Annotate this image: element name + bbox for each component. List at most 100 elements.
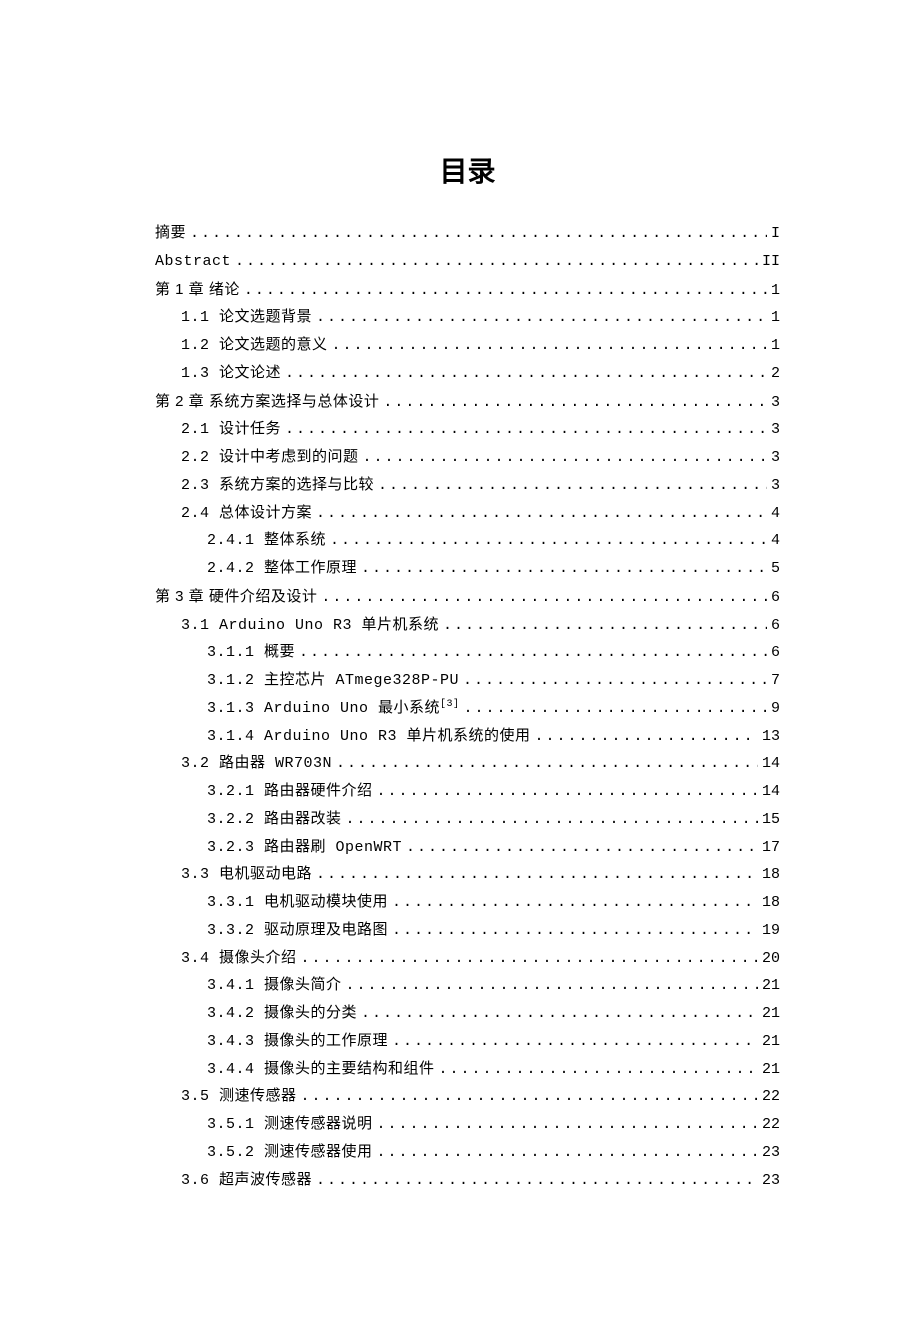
toc-leader-dots <box>316 861 758 889</box>
toc-leader-dots <box>463 667 767 695</box>
toc-entry-page: 3 <box>771 416 780 444</box>
toc-entry-page: 6 <box>771 639 780 667</box>
toc-entry-label: 2.1 设计任务 <box>181 416 281 444</box>
toc-leader-dots <box>464 695 767 723</box>
toc-entry-page: 4 <box>771 527 780 555</box>
toc-entry-label: 3.2.3 路由器刷 OpenWRT <box>207 834 402 862</box>
toc-entry: 3.4.3 摄像头的工作原理 21 <box>155 1028 780 1056</box>
toc-leader-dots <box>301 945 758 973</box>
toc-entry: 3.3.2 驱动原理及电路图 19 <box>155 917 780 945</box>
toc-entry: 3.4.4 摄像头的主要结构和组件21 <box>155 1056 780 1084</box>
toc-leader-dots <box>443 612 767 640</box>
toc-leader-dots <box>535 723 758 751</box>
toc-entry-label: 3.4.3 摄像头的工作原理 <box>207 1028 388 1056</box>
toc-entry-page: 19 <box>762 917 780 945</box>
toc-entry-label: 3.4.2 摄像头的分类 <box>207 1000 357 1028</box>
toc-leader-dots <box>361 1000 758 1028</box>
toc-entry-page: 21 <box>762 972 780 1000</box>
toc-entry-label: 3.3.2 驱动原理及电路图 <box>207 917 388 945</box>
toc-entry-label: 3.1.2 主控芯片 ATmege328P-PU <box>207 667 459 695</box>
toc-entry-label: 3.5.2 测速传感器使用 <box>207 1139 373 1167</box>
toc-leader-dots <box>361 555 767 583</box>
toc-leader-dots <box>392 1028 758 1056</box>
toc-leader-dots <box>321 584 767 612</box>
toc-entry-label: 1.2 论文选题的意义 <box>181 332 328 360</box>
toc-entry-label: 3.5 测速传感器 <box>181 1083 297 1111</box>
toc-leader-dots <box>392 917 758 945</box>
toc-leader-dots <box>244 277 767 305</box>
toc-entry-page: 6 <box>771 584 780 612</box>
toc-entry-page: 2 <box>771 360 780 388</box>
toc-entry: 3.6 超声波传感器 23 <box>155 1167 780 1195</box>
toc-entry-label: 2.4.2 整体工作原理 <box>207 555 357 583</box>
toc-entry: 3.4 摄像头介绍20 <box>155 945 780 973</box>
toc-entry-page: 20 <box>762 945 780 973</box>
toc-entry-sup: [3] <box>440 699 460 710</box>
toc-entry-page: 7 <box>771 667 780 695</box>
toc-entry: 2.2 设计中考虑到的问题3 <box>155 444 780 472</box>
toc-entry-label: 2.2 设计中考虑到的问题 <box>181 444 359 472</box>
toc-entry-label: 3.3.1 电机驱动模块使用 <box>207 889 388 917</box>
toc-entry: 1.3 论文论述 2 <box>155 360 780 388</box>
toc-entry: 3.2.3 路由器刷 OpenWRT 17 <box>155 834 780 862</box>
toc-entry-page: 17 <box>762 834 780 862</box>
toc-leader-dots <box>439 1056 758 1084</box>
document-page: 目录 摘要IAbstractII第 1 章 绪论11.1 论文选题背景11.2 … <box>0 0 920 1294</box>
toc-entry-label: 1.3 论文论述 <box>181 360 281 388</box>
toc-entry: 3.2 路由器 WR703N14 <box>155 750 780 778</box>
toc-entry-label: 3.2.1 路由器硬件介绍 <box>207 778 373 806</box>
toc-leader-dots <box>190 220 767 248</box>
toc-entry-page: 3 <box>771 472 780 500</box>
toc-entry-label: 3.6 超声波传感器 <box>181 1167 312 1195</box>
toc-entry-page: 1 <box>771 304 780 332</box>
toc-entry-page: II <box>762 248 780 276</box>
toc-entry: 第 3 章 硬件介绍及设计 6 <box>155 583 780 612</box>
toc-leader-dots <box>392 889 758 917</box>
toc-leader-dots <box>285 416 767 444</box>
toc-entry-page: 14 <box>762 750 780 778</box>
toc-leader-dots <box>285 360 767 388</box>
toc-entry-label: 摘要 <box>155 220 186 248</box>
toc-entry-page: 22 <box>762 1083 780 1111</box>
toc-leader-dots <box>332 332 767 360</box>
toc-entry: 3.1.2 主控芯片 ATmege328P-PU 7 <box>155 667 780 695</box>
toc-leader-dots <box>377 1139 758 1167</box>
toc-entry: Abstract II <box>155 248 780 276</box>
toc-entry: 3.5.1 测速传感器说明22 <box>155 1111 780 1139</box>
toc-entry-page: 21 <box>762 1000 780 1028</box>
toc-entry-label: 3.3 电机驱动电路 <box>181 861 312 889</box>
toc-entry-page: 23 <box>762 1167 780 1195</box>
toc-entry-label: Abstract <box>155 248 231 276</box>
toc-entry-page: I <box>771 220 780 248</box>
toc-entry-page: 21 <box>762 1056 780 1084</box>
toc-leader-dots <box>377 778 758 806</box>
toc-leader-dots <box>377 1111 758 1139</box>
toc-entry-page: 18 <box>762 861 780 889</box>
toc-entry: 3.5 测速传感器 22 <box>155 1083 780 1111</box>
toc-leader-dots <box>336 750 758 778</box>
toc-leader-dots <box>363 444 767 472</box>
toc-entry: 2.4.1 整体系统4 <box>155 527 780 555</box>
toc-entry: 3.2.1 路由器硬件介绍14 <box>155 778 780 806</box>
toc-entry: 2.4 总体设计方案4 <box>155 500 780 528</box>
toc-entry-label: 第 1 章 绪论 <box>155 276 240 304</box>
toc-entry: 3.4.2 摄像头的分类 21 <box>155 1000 780 1028</box>
toc-entry-label: 第 3 章 硬件介绍及设计 <box>155 583 317 611</box>
toc-entry: 3.1.3 Arduino Uno 最小系统[3]9 <box>155 695 780 723</box>
toc-entry: 1.1 论文选题背景1 <box>155 304 780 332</box>
toc-entry: 3.5.2 测速传感器使用 23 <box>155 1139 780 1167</box>
toc-entry: 3.1.1 概要6 <box>155 639 780 667</box>
toc-leader-dots <box>316 1167 758 1195</box>
toc-leader-dots <box>346 972 758 1000</box>
toc-entry-page: 21 <box>762 1028 780 1056</box>
toc-list: 摘要 I Abstract II 第 1 章 绪论 11.1 论文选题背景11.2 论文选… <box>155 220 780 1194</box>
toc-entry: 3.1 Arduino Uno R3 单片机系统6 <box>155 612 780 640</box>
toc-entry-page: 3 <box>771 389 780 417</box>
toc-entry: 第 2 章 系统方案选择与总体设计3 <box>155 388 780 417</box>
toc-entry-page: 1 <box>771 332 780 360</box>
toc-leader-dots <box>346 806 758 834</box>
toc-entry-label: 3.1.3 Arduino Uno 最小系统[3] <box>207 695 460 723</box>
toc-entry: 2.3 系统方案的选择与比较3 <box>155 472 780 500</box>
toc-entry-page: 23 <box>762 1139 780 1167</box>
toc-entry: 3.3.1 电机驱动模块使用18 <box>155 889 780 917</box>
